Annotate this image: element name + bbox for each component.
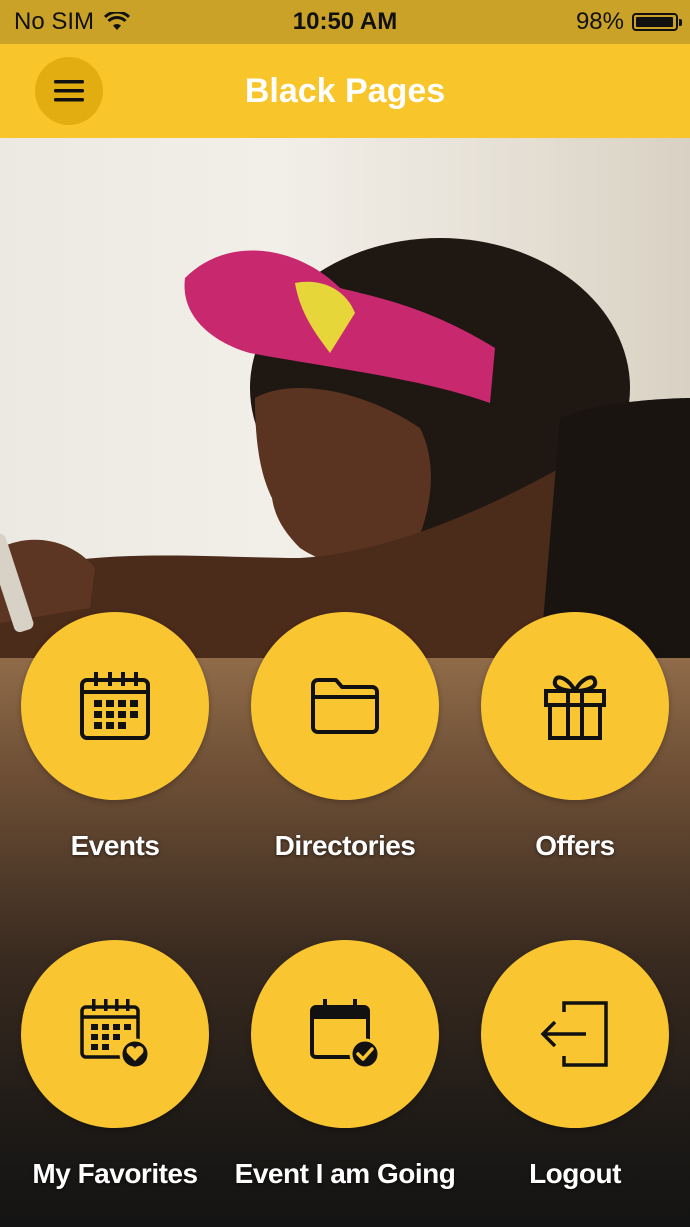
battery-icon <box>632 13 682 31</box>
events-label: Events <box>70 830 160 861</box>
battery-group: 98% <box>575 8 682 36</box>
menu-tile-my-favorites[interactable]: My Favorites <box>0 940 230 1190</box>
menu-tile-offers[interactable]: Offers <box>460 612 690 862</box>
menu-tile-event-i-am-going[interactable]: Event I am Going <box>230 940 460 1190</box>
directories-button[interactable] <box>251 612 439 800</box>
gift-icon <box>543 671 607 741</box>
event-i-am-going-button[interactable] <box>251 940 439 1128</box>
calendar-icon <box>79 671 151 741</box>
directories-label: Directories <box>274 830 416 861</box>
menu-tile-events[interactable]: Events <box>0 612 230 862</box>
page-title: Black Pages <box>244 72 446 110</box>
offers-button[interactable] <box>481 612 669 800</box>
calendar-heart-icon <box>79 998 151 1070</box>
logout-icon <box>540 1000 610 1068</box>
menu-tile-directories[interactable]: Directories <box>230 612 460 862</box>
folder-icon <box>310 677 380 735</box>
logout-label: Logout <box>529 1158 621 1189</box>
battery-percent: 98% <box>575 8 624 35</box>
logout-button[interactable] <box>481 940 669 1128</box>
my-favorites-label: My Favorites <box>32 1158 198 1189</box>
battery-fill <box>636 17 674 27</box>
nav-bar: Black Pages <box>0 44 690 138</box>
my-favorites-button[interactable] <box>21 940 209 1128</box>
status-bar: No SIM 10:50 AM 98% <box>0 0 690 44</box>
event-i-am-going-label: Event I am Going <box>234 1158 456 1189</box>
offers-label: Offers <box>535 830 615 861</box>
menu-tile-logout[interactable]: Logout <box>460 940 690 1190</box>
events-button[interactable] <box>21 612 209 800</box>
calendar-check-icon <box>309 998 381 1070</box>
